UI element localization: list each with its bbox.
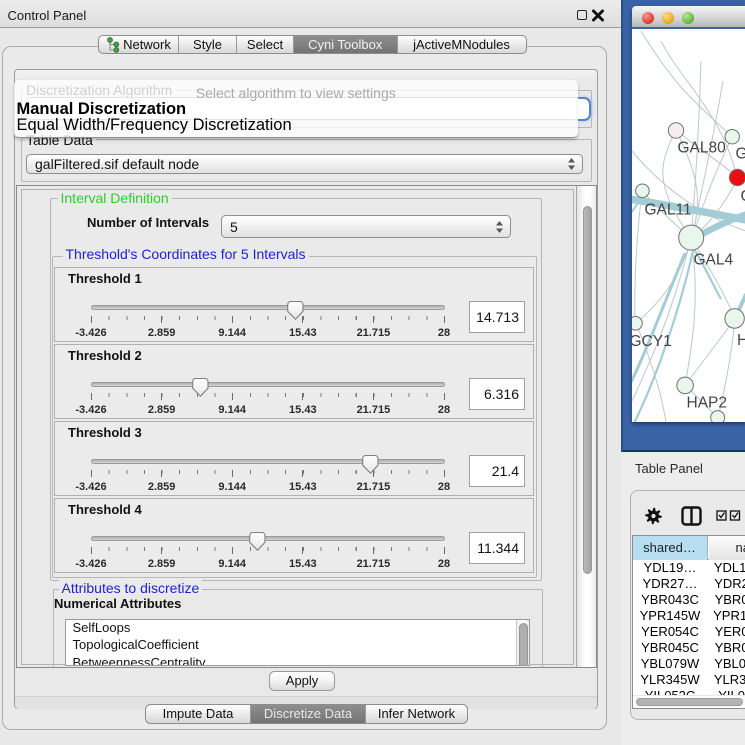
svg-text:GA: GA xyxy=(735,146,745,163)
svg-text:GCY1: GCY1 xyxy=(632,333,672,350)
svg-text:HAP2: HAP2 xyxy=(686,395,727,412)
svg-text:GAL4: GAL4 xyxy=(693,252,733,269)
svg-text:GAL11: GAL11 xyxy=(644,202,691,219)
svg-text:HI: HI xyxy=(737,332,745,349)
svg-text:GAL80: GAL80 xyxy=(677,140,726,157)
svg-text:G: G xyxy=(740,188,745,205)
